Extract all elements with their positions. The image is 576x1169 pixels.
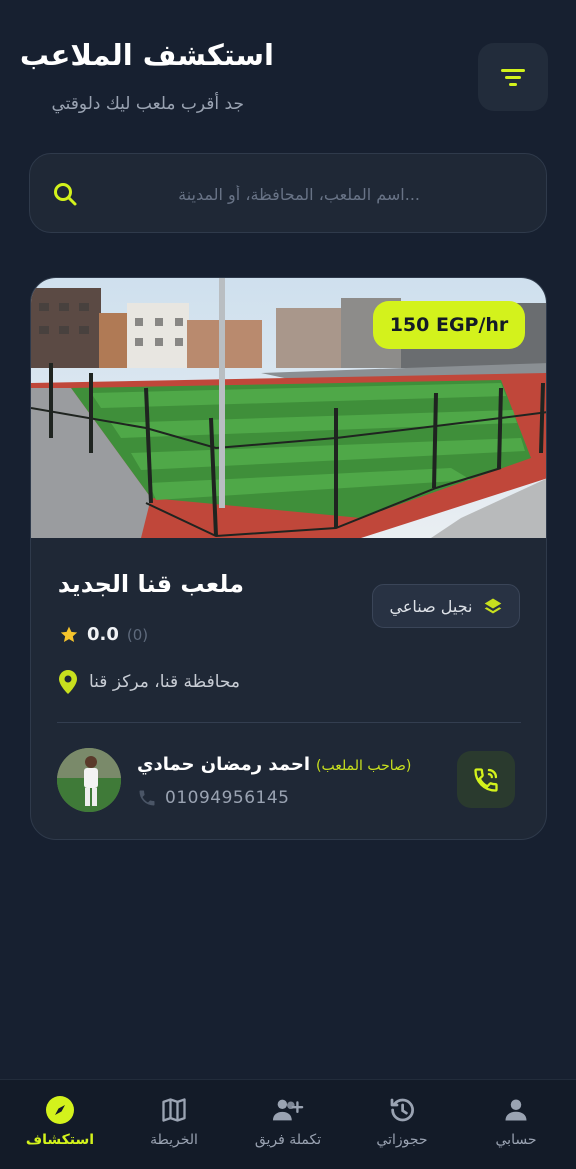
star-icon	[60, 626, 78, 642]
phone-call-icon	[474, 767, 498, 792]
add-people-icon	[272, 1094, 304, 1126]
owner-phone: 01094956145	[137, 788, 289, 808]
owner-avatar	[57, 748, 121, 812]
nav-item-explore[interactable]: استكشاف	[4, 1080, 116, 1169]
rating-count: (0)	[126, 625, 149, 644]
location: محافظة قنا، مركز قنا	[59, 670, 240, 694]
surface-type-chip: نجيل صناعي	[372, 584, 520, 628]
search-input[interactable]	[100, 174, 420, 214]
bottom-nav: استكشاف الخريطة تكملة فريق حجوزاتي حسابي	[0, 1079, 576, 1169]
location-pin-icon	[59, 670, 77, 694]
rating-value: 0.0	[87, 624, 119, 645]
phone-number: 01094956145	[165, 788, 290, 808]
nav-label-team: تكملة فريق	[254, 1132, 322, 1148]
price-badge: 150 EGP/hr	[373, 301, 525, 349]
nav-item-account[interactable]: حسابي	[460, 1080, 572, 1169]
map-icon	[158, 1094, 190, 1126]
search-icon[interactable]	[52, 181, 78, 207]
owner-info: (صاحب الملعب) احمد رمضان حمادي	[137, 754, 411, 775]
field-card[interactable]: 150 EGP/hr ملعب قنا الجديد 0.0 (0) نجيل …	[30, 277, 547, 840]
filter-icon	[501, 69, 525, 86]
person-icon	[500, 1094, 532, 1126]
phone-icon	[139, 790, 155, 806]
history-icon	[386, 1094, 418, 1126]
nav-label-account: حسابي	[495, 1132, 537, 1148]
divider	[57, 722, 521, 723]
call-button[interactable]	[457, 751, 515, 808]
compass-icon	[44, 1094, 76, 1126]
nav-label-bookings: حجوزاتي	[376, 1132, 428, 1148]
field-name[interactable]: ملعب قنا الجديد	[58, 570, 244, 598]
search-bar	[29, 153, 547, 233]
surface-type: نجيل صناعي	[389, 596, 473, 616]
nav-item-map[interactable]: الخريطة	[118, 1080, 230, 1169]
nav-item-team[interactable]: تكملة فريق	[232, 1080, 344, 1169]
nav-label-map: الخريطة	[150, 1132, 198, 1148]
page-title: استكشف الملاعب	[19, 38, 274, 72]
rating: 0.0 (0)	[59, 624, 148, 645]
page-subtitle: جد أقرب ملعب ليك دلوقتي	[51, 94, 244, 114]
nav-item-bookings[interactable]: حجوزاتي	[346, 1080, 458, 1169]
layers-icon	[484, 598, 501, 614]
owner-name: احمد رمضان حمادي	[137, 754, 311, 775]
nav-label-explore: استكشاف	[25, 1132, 95, 1148]
filter-button[interactable]	[478, 43, 548, 111]
location-text: محافظة قنا، مركز قنا	[89, 672, 240, 692]
owner-role: (صاحب الملعب)	[316, 758, 412, 774]
